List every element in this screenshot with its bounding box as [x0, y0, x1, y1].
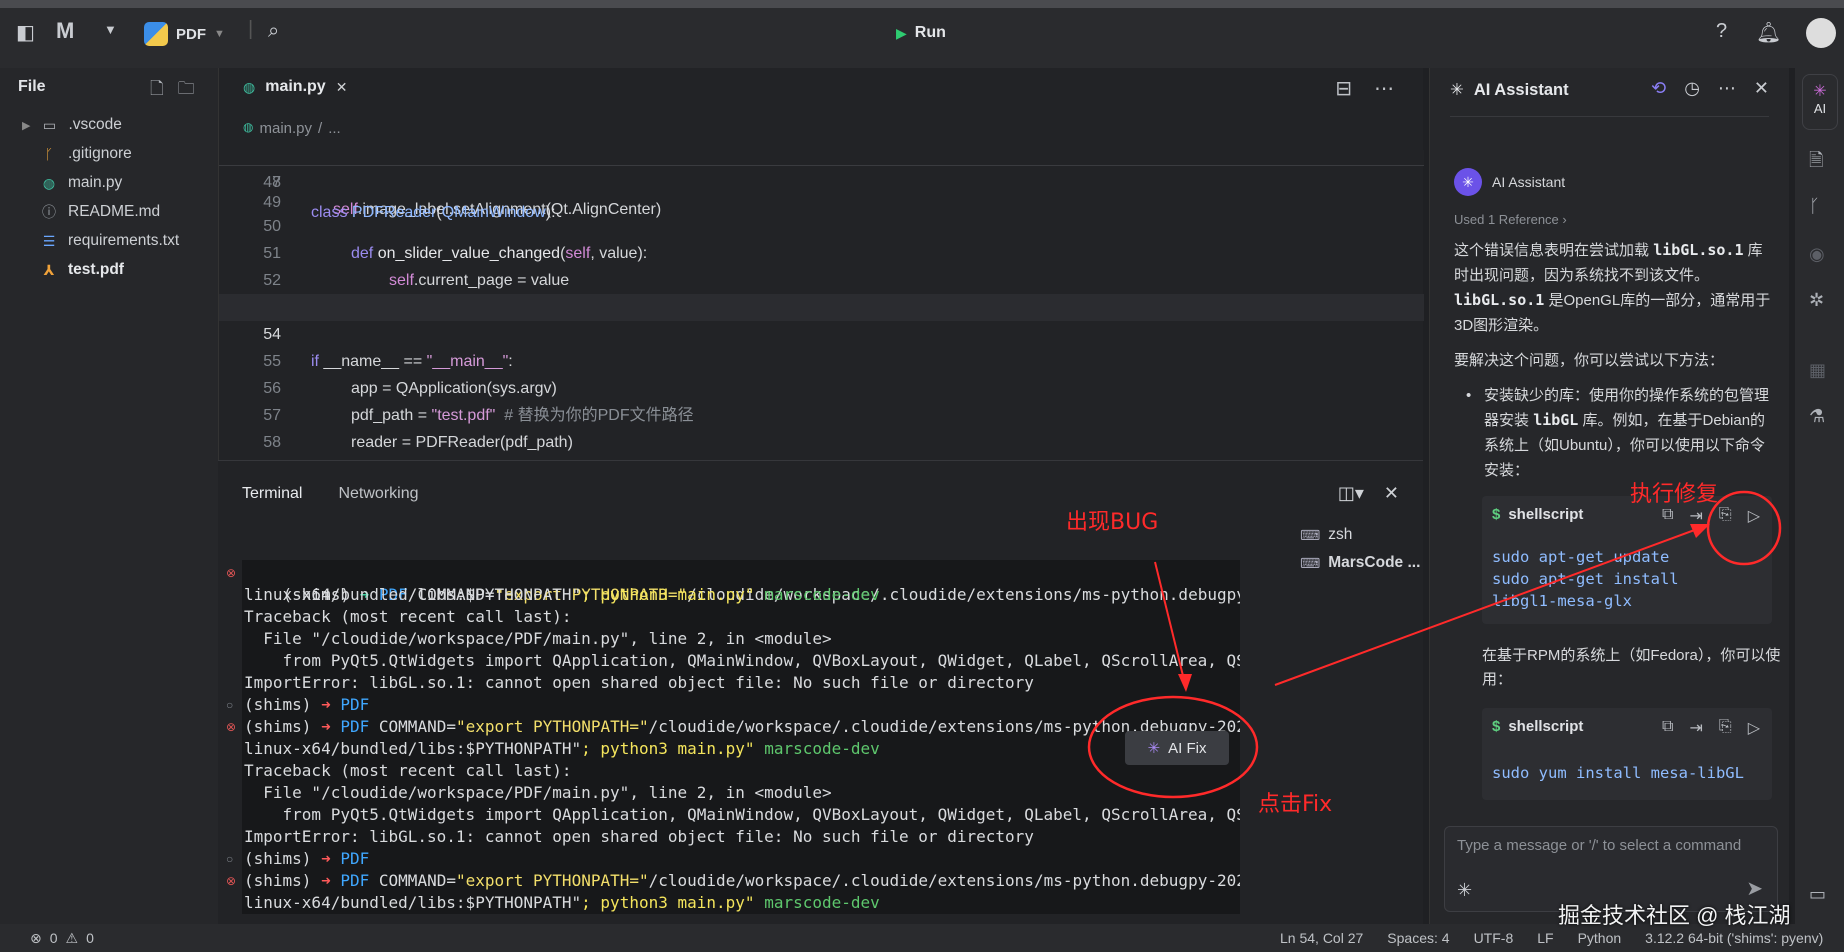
annotation-label: 出现BUG: [1066, 510, 1159, 535]
watermark: 掘金技术社区 @ 栈江湖: [1558, 903, 1791, 928]
annotation-arrow: [1154, 561, 1187, 689]
annotation-arrowhead: [1178, 674, 1192, 692]
annotation-circle: [1087, 695, 1259, 799]
annotation-circle: [1706, 490, 1782, 566]
annotation-label: 点击Fix: [1258, 792, 1333, 817]
annotation-label: 执行修复: [1630, 482, 1719, 507]
annotation-arrow: [1274, 527, 1701, 686]
annotation-overlay: [1087, 490, 1782, 799]
